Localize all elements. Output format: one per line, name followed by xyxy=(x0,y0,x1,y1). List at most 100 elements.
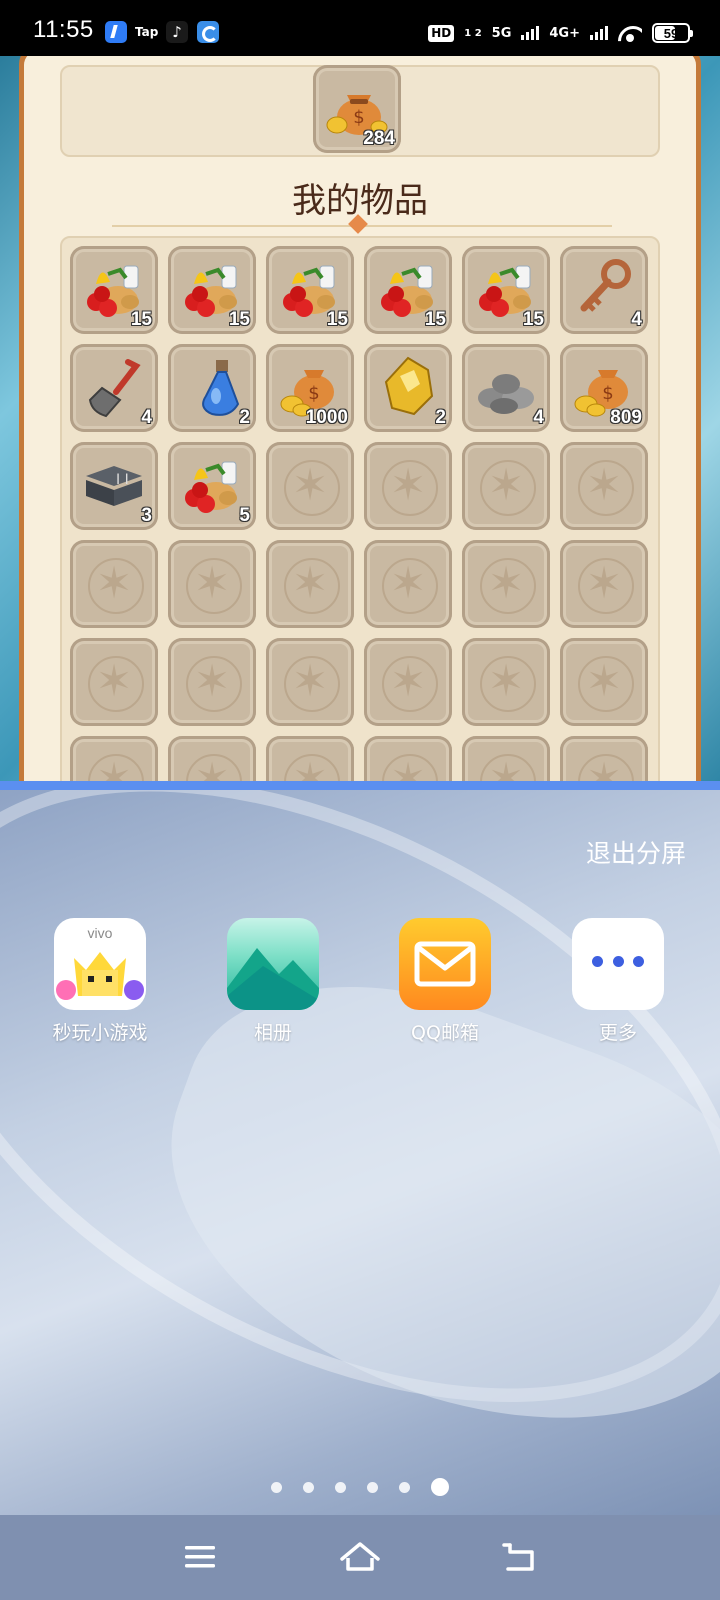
stone-pile-icon xyxy=(478,374,534,414)
inventory-slot[interactable]: 15 xyxy=(266,246,354,334)
more-icon xyxy=(572,918,664,1010)
back-icon[interactable] xyxy=(498,1535,542,1579)
inventory-slot[interactable]: 4 xyxy=(70,344,158,432)
navigation-bar xyxy=(0,1515,720,1600)
network-5g-label: 5G xyxy=(491,25,512,41)
potion-icon xyxy=(202,360,240,416)
inventory-slot[interactable]: 15 xyxy=(364,246,452,334)
inventory-frame: $ 284 我的物品 15 15 15 15 15 4 4 2 $1000 2 4 $809 I I 3 5 xyxy=(19,56,701,781)
home-icon[interactable] xyxy=(338,1535,382,1579)
gallery-icon xyxy=(227,918,319,1010)
empty-slot[interactable] xyxy=(462,540,550,628)
exit-split-screen-button[interactable]: 退出分屏 xyxy=(586,834,686,870)
empty-slot[interactable] xyxy=(70,540,158,628)
inventory-slot[interactable]: 2 xyxy=(168,344,256,432)
menu-icon[interactable] xyxy=(178,1535,222,1579)
inventory-grid: 15 15 15 15 15 4 4 2 $1000 2 4 $809 I I 3 5 xyxy=(60,236,660,781)
inventory-slot[interactable]: 4 xyxy=(560,246,648,334)
empty-slot[interactable] xyxy=(168,736,256,781)
svg-text:$: $ xyxy=(353,107,364,128)
app-notification-icon xyxy=(105,21,127,43)
empty-slot[interactable] xyxy=(70,638,158,726)
app-more[interactable]: 更多 xyxy=(543,918,693,1045)
tiktok-icon: ♪ xyxy=(166,21,188,43)
page-indicator[interactable] xyxy=(0,1478,720,1496)
reward-slot[interactable]: $ 284 xyxy=(313,65,401,153)
page-dot xyxy=(303,1481,314,1493)
inventory-slot[interactable]: 5 xyxy=(168,442,256,530)
empty-slot[interactable] xyxy=(560,736,648,781)
item-count: 4 xyxy=(631,309,642,330)
empty-slot[interactable] xyxy=(364,638,452,726)
app-gallery[interactable]: 相册 xyxy=(198,918,348,1045)
empty-slot[interactable] xyxy=(364,736,452,781)
item-count: 4 xyxy=(533,407,544,428)
empty-slot[interactable] xyxy=(462,442,550,530)
page-dot xyxy=(271,1481,282,1493)
empty-slot[interactable] xyxy=(70,736,158,781)
empty-slot[interactable] xyxy=(560,638,648,726)
inventory-slot[interactable]: $1000 xyxy=(266,344,354,432)
empty-slot[interactable] xyxy=(266,540,354,628)
key-icon xyxy=(580,259,631,312)
wifi-icon xyxy=(618,24,642,42)
page-dot xyxy=(399,1481,410,1493)
split-screen-divider[interactable] xyxy=(0,781,720,790)
item-count: 809 xyxy=(610,407,642,428)
status-bar: 11:55 Tap ♪ HD 1 2 5G 4G+ 59 xyxy=(0,0,720,56)
item-count: 284 xyxy=(363,128,395,149)
vivo-games-icon: vivo xyxy=(54,918,146,1010)
vivo-games-art: vivo xyxy=(56,925,144,1000)
food-basket-icon xyxy=(185,461,237,513)
inventory-slot[interactable]: $809 xyxy=(560,344,648,432)
gallery-art xyxy=(227,948,319,1010)
mail-art xyxy=(414,941,476,987)
vivo-brand-label: vivo xyxy=(88,925,113,941)
page-dot xyxy=(431,1478,449,1496)
inventory-slot[interactable]: 15 xyxy=(462,246,550,334)
page-dot xyxy=(367,1481,378,1493)
svg-text:$: $ xyxy=(602,383,613,404)
inventory-slot[interactable]: 15 xyxy=(168,246,256,334)
inventory-slot[interactable]: 15 xyxy=(70,246,158,334)
empty-slot[interactable] xyxy=(364,540,452,628)
empty-slot[interactable] xyxy=(560,540,648,628)
empty-slot[interactable] xyxy=(266,442,354,530)
item-count: 15 xyxy=(424,309,446,330)
battery-icon: 59 xyxy=(652,23,693,43)
more-dots xyxy=(592,956,644,967)
item-count: 4 xyxy=(141,407,152,428)
empty-slot[interactable] xyxy=(266,638,354,726)
shovel-icon xyxy=(88,359,141,418)
empty-slot[interactable] xyxy=(560,442,648,530)
app-vivo-games[interactable]: vivo 秒玩小游戏 xyxy=(25,918,175,1045)
app-label: 更多 xyxy=(598,1022,637,1044)
item-count: 5 xyxy=(239,505,250,526)
item-count: 15 xyxy=(130,309,152,330)
status-time: 11:55 xyxy=(33,16,94,43)
empty-slot[interactable] xyxy=(168,540,256,628)
empty-slot[interactable] xyxy=(266,736,354,781)
svg-text:I I: I I xyxy=(116,472,129,488)
inventory-slot[interactable]: 2 xyxy=(364,344,452,432)
app-qq-mail[interactable]: QQ邮箱 xyxy=(370,918,520,1045)
app-label: 秒玩小游戏 xyxy=(52,1022,148,1044)
battery-level: 59 xyxy=(663,25,679,41)
item-count: 1000 xyxy=(305,407,348,428)
inventory-panel: $ 284 我的物品 15 15 15 15 15 4 4 2 $1000 2 4 $809 I I 3 5 xyxy=(24,56,696,781)
launcher-pane: 退出分屏 vivo 秒玩小游戏 相册 QQ邮箱 更多 xyxy=(0,790,720,1515)
inventory-slot[interactable]: I I 3 xyxy=(70,442,158,530)
page-dot xyxy=(335,1481,346,1493)
empty-slot[interactable] xyxy=(168,638,256,726)
network-4g-label: 4G+ xyxy=(549,25,580,41)
empty-slot[interactable] xyxy=(364,442,452,530)
inventory-slot[interactable]: 4 xyxy=(462,344,550,432)
empty-slot[interactable] xyxy=(462,736,550,781)
item-count: 15 xyxy=(326,309,348,330)
status-indicators: HD 1 2 5G 4G+ 59 xyxy=(428,20,693,46)
taptap-icon: Tap xyxy=(135,25,159,39)
item-count: 3 xyxy=(141,505,152,526)
game-window[interactable]: $ 284 我的物品 15 15 15 15 15 4 4 2 $1000 2 4 $809 I I 3 5 xyxy=(0,56,720,781)
empty-slot[interactable] xyxy=(462,638,550,726)
gold-ore-icon xyxy=(384,356,434,416)
